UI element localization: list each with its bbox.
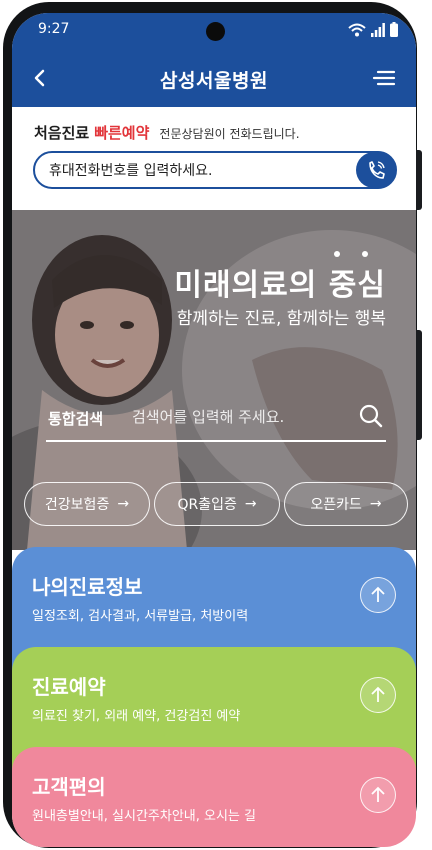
arrow-up-icon [371,786,385,802]
chip-label: QR출입증 [177,497,237,513]
status-time: 9:27 [38,21,70,37]
card-subtitle: 의료진 찾기, 외래 예약, 건강검진 예약 [32,709,241,724]
page-title: 삼성서울병원 [160,70,268,92]
card-arrow-button[interactable] [360,577,396,613]
quick-booking-panel: 처음진료 빠른예약 전문상담원이 전화드립니다. [12,107,416,210]
chip-label: 오픈카드 [310,497,362,513]
arrow-right-icon: → [369,496,382,512]
card-arrow-button[interactable] [360,677,396,713]
camera-cutout [206,22,225,41]
search-button[interactable] [357,402,385,430]
arrow-right-icon: → [244,496,257,512]
card-subtitle: 원내층별안내, 실시간주차안내, 오시는 길 [32,809,256,824]
chip-open-card[interactable]: 오픈카드 → [284,482,408,526]
booking-accent: 빠른예약 [94,124,150,142]
status-icons [348,22,398,37]
hero-banner: 미래의료의 중심 함께하는 진료, 함께하는 행복 통합검색 건강보험증 → Q… [12,210,416,550]
hero-headline: 미래의료의 중심 [174,268,386,303]
booking-note: 전문상담원이 전화드립니다. [159,127,300,141]
phone-number-field [33,151,397,189]
hero-subline: 함께하는 진료, 함께하는 행복 [176,309,386,329]
search-input[interactable] [132,404,352,430]
search-icon [359,404,383,428]
phone-icon [369,161,385,179]
card-subtitle: 일정조회, 검사결과, 서류발급, 처방이력 [32,609,249,624]
app-screen: 9:27 삼성서울병원 처음진료 빠른예약 전문상담원이 전화드립니다. 휴대전… [12,13,416,847]
chip-qr-pass[interactable]: QR출입증 → [154,482,280,526]
menu-button[interactable] [370,63,400,93]
hero-dots [334,242,390,261]
booking-label: 처음진료 [34,124,90,142]
side-button [416,330,422,440]
menu-icon [372,70,396,86]
quick-booking-header: 처음진료 빠른예약 전문상담원이 전화드립니다. [34,122,300,143]
side-button [416,150,422,210]
card-title: 고객편의 [32,775,106,799]
card-customer-service[interactable]: 고객편의 원내층별안내, 실시간주차안내, 오시는 길 [12,747,416,847]
arrow-right-icon: → [117,496,130,512]
chip-label: 건강보험증 [44,497,110,513]
phone-number-input[interactable] [49,159,349,183]
chip-health-insurance[interactable]: 건강보험증 → [24,482,150,526]
card-title: 나의진료정보 [32,575,143,599]
card-title: 진료예약 [32,675,106,699]
search-underline [46,440,386,442]
search-label: 통합검색 [48,410,104,428]
status-bar: 9:27 [12,13,416,51]
arrow-up-icon [371,686,385,702]
wifi-icon [348,23,366,37]
app-bar: 삼성서울병원 [12,51,416,107]
call-button[interactable] [356,152,396,188]
arrow-up-icon [371,586,385,602]
signal-icon [371,23,385,37]
battery-icon [390,22,398,37]
card-arrow-button[interactable] [360,777,396,813]
